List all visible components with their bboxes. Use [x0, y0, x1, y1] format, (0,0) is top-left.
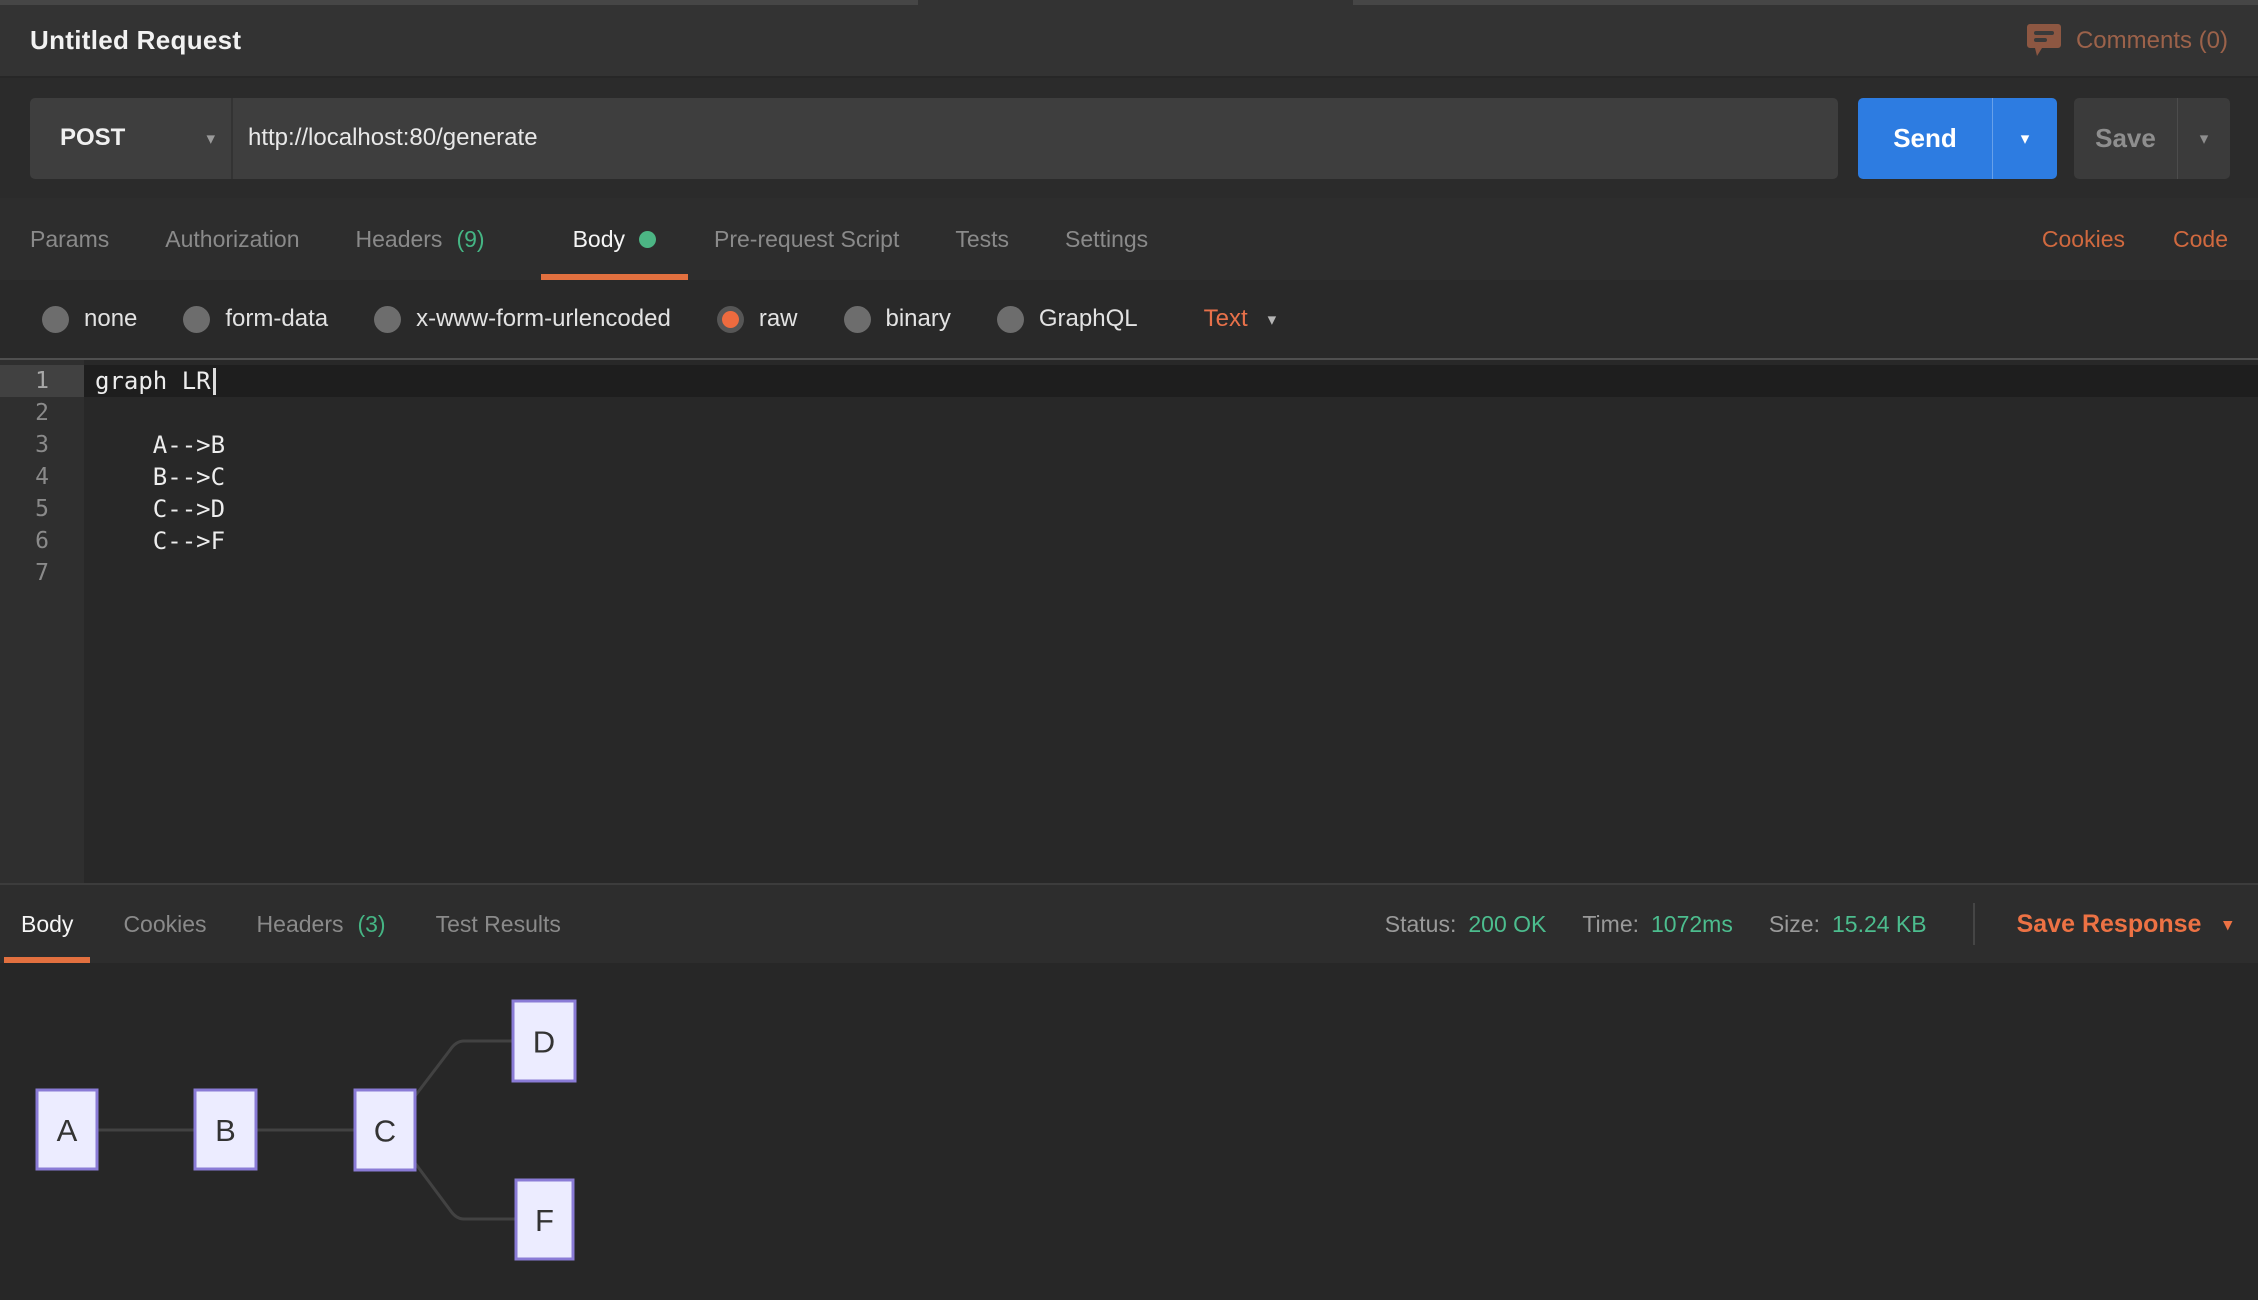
code-line: 6 C-->F [0, 525, 2258, 557]
body-mode-bar: none form-data x-www-form-urlencoded raw… [0, 280, 2258, 358]
response-body: A B C D F [0, 963, 2258, 1298]
text-cursor [213, 368, 216, 395]
status-label: Status: [1385, 911, 1457, 938]
response-headers-count-badge: (3) [357, 911, 385, 938]
active-tab-notch [918, 0, 1353, 5]
body-filled-dot-icon [639, 231, 656, 248]
radio-icon [997, 306, 1024, 333]
format-caret-icon: ▾ [1268, 311, 1277, 328]
svg-text:F: F [535, 1203, 554, 1238]
body-mode-graphql[interactable]: GraphQL [997, 305, 1138, 333]
body-mode-none[interactable]: none [42, 305, 137, 333]
cookies-link[interactable]: Cookies [2042, 198, 2125, 280]
code-link[interactable]: Code [2173, 198, 2228, 280]
send-caret-icon: ▾ [2021, 130, 2030, 147]
tab-authorization[interactable]: Authorization [165, 198, 299, 280]
tab-params[interactable]: Params [30, 198, 109, 280]
response-tab-test-results[interactable]: Test Results [436, 885, 561, 963]
tab-body[interactable]: Body [541, 198, 688, 280]
status-value: 200 OK [1468, 911, 1546, 938]
body-mode-x-www-form-urlencoded[interactable]: x-www-form-urlencoded [374, 305, 671, 333]
url-box: POST ▾ http://localhost:80/generate [30, 98, 1838, 179]
request-header: Untitled Request Comments (0) [0, 5, 2258, 78]
save-response-button[interactable]: Save Response ▾ [2017, 910, 2232, 939]
graph-node-A: A [37, 1090, 97, 1169]
radio-selected-icon [717, 306, 744, 333]
body-mode-raw[interactable]: raw [717, 305, 798, 333]
save-caret-icon: ▾ [2200, 130, 2209, 147]
code-line: 7 [0, 557, 2258, 589]
send-button-group: Send ▾ [1858, 98, 2057, 179]
method-caret-icon: ▾ [206, 130, 215, 147]
time-label: Time: [1582, 911, 1639, 938]
tab-headers[interactable]: Headers (9) [356, 198, 485, 280]
body-mode-form-data[interactable]: form-data [183, 305, 328, 333]
editor-lines: 1 graph LR 2 3 A-->B 4 B-->C 5 C-->D 6 C… [0, 360, 2258, 589]
svg-text:C: C [374, 1114, 396, 1149]
svg-text:B: B [215, 1113, 236, 1148]
request-bar: POST ▾ http://localhost:80/generate Send… [0, 78, 2258, 198]
graph-edge-C-D [415, 1041, 513, 1096]
tab-tests[interactable]: Tests [955, 198, 1009, 280]
code-line: 2 [0, 397, 2258, 429]
graph-node-B: B [195, 1090, 256, 1169]
response-tab-cookies[interactable]: Cookies [123, 885, 206, 963]
response-meta: Status: 200 OK Time: 1072ms Size: 15.24 … [1349, 885, 2258, 963]
time-pair: Time: 1072ms [1582, 911, 1732, 938]
method-label: POST [60, 124, 125, 152]
raw-format-select[interactable]: Text ▾ [1204, 305, 1277, 333]
headers-count-badge: (9) [456, 226, 484, 253]
code-line: 1 graph LR [0, 365, 2258, 397]
save-button[interactable]: Save [2074, 98, 2178, 179]
response-header: Body Cookies Headers (3) Test Results St… [0, 883, 2258, 963]
tab-settings[interactable]: Settings [1065, 198, 1148, 280]
size-pair: Size: 15.24 KB [1769, 911, 1927, 938]
request-title: Untitled Request [30, 25, 241, 56]
radio-icon [42, 306, 69, 333]
svg-text:D: D [533, 1025, 555, 1060]
graph-node-C: C [355, 1090, 415, 1170]
svg-text:A: A [57, 1113, 78, 1148]
body-mode-binary[interactable]: binary [844, 305, 951, 333]
comments-button[interactable]: Comments (0) [2027, 24, 2228, 57]
url-input[interactable]: http://localhost:80/generate [233, 98, 538, 179]
status-pair: Status: 200 OK [1385, 911, 1547, 938]
request-tabs: Params Authorization Headers (9) Body Pr… [0, 198, 2258, 280]
meta-divider [1973, 903, 1975, 945]
code-line: 3 A-->B [0, 429, 2258, 461]
comments-label: Comments (0) [2076, 27, 2228, 55]
window-tab-strip [0, 0, 2258, 5]
comment-icon [2027, 24, 2061, 57]
graph-node-D: D [513, 1001, 575, 1081]
save-button-group: Save ▾ [2074, 98, 2230, 179]
response-tab-body[interactable]: Body [4, 885, 90, 963]
code-line: 5 C-->D [0, 493, 2258, 525]
raw-format-value: Text [1204, 305, 1248, 333]
response-tab-headers[interactable]: Headers (3) [257, 885, 386, 963]
send-button[interactable]: Send [1858, 98, 1993, 179]
save-options-button[interactable]: ▾ [2178, 98, 2230, 179]
save-response-caret-icon: ▾ [2223, 916, 2232, 933]
graph-node-F: F [516, 1180, 573, 1259]
radio-icon [374, 306, 401, 333]
response-graph: A B C D F [0, 963, 2258, 1298]
size-value: 15.24 KB [1832, 911, 1927, 938]
radio-icon [183, 306, 210, 333]
code-line: 4 B-->C [0, 461, 2258, 493]
radio-icon [844, 306, 871, 333]
time-value: 1072ms [1651, 911, 1733, 938]
tabs-spacer [1204, 198, 1994, 280]
tab-pre-request-script[interactable]: Pre-request Script [714, 198, 899, 280]
size-label: Size: [1769, 911, 1820, 938]
graph-edge-C-F [415, 1163, 516, 1219]
method-select[interactable]: POST ▾ [30, 98, 233, 179]
send-options-button[interactable]: ▾ [1993, 98, 2057, 179]
raw-body-editor[interactable]: 1 graph LR 2 3 A-->B 4 B-->C 5 C-->D 6 C… [0, 358, 2258, 883]
